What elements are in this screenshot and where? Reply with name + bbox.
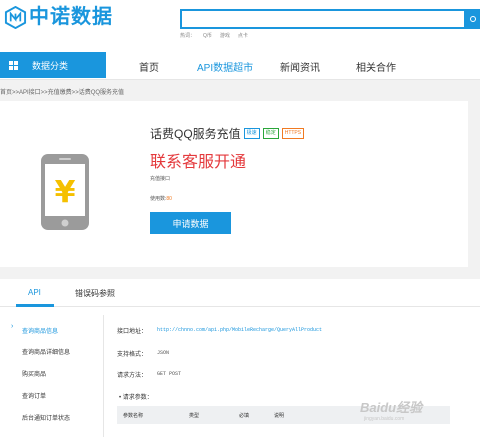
sidebar-item-order-notify[interactable]: 后台通知订单状态 — [22, 413, 70, 422]
tab-active-indicator — [16, 304, 54, 307]
tag-badge: HTTPS — [281, 128, 305, 139]
nav-item-home[interactable]: 首页 — [139, 59, 159, 74]
chevron-right-icon: › — [11, 323, 14, 330]
site-header: 中诺数据 热词： Q币 游戏 点卡 — [0, 0, 480, 49]
column-header: 参数名称 — [123, 413, 144, 419]
sidebar-item-query-order[interactable]: 查询订单 — [22, 391, 46, 400]
format-label: 支持格式： — [117, 352, 148, 358]
tab-bar: API 错误码参照 — [0, 279, 480, 307]
search-icon — [469, 16, 476, 22]
product-title-text: 话费QQ服务充值 — [150, 127, 241, 141]
column-header: 说明 — [274, 413, 285, 419]
sidebar-item-product-detail[interactable]: 查询商品详细信息 — [22, 347, 70, 356]
api-url-label: 接口地址： — [117, 329, 148, 335]
main-nav: 数据分类 首页 API数据超市 新闻资讯 相关合作 — [0, 49, 480, 80]
usage-count: 使用数:80 — [150, 195, 172, 202]
breadcrumb[interactable]: 首页>>API接口>>充值缴费>>话费QQ服务充值 — [0, 87, 124, 96]
search-input[interactable] — [180, 9, 466, 29]
category-menu-label: 数据分类 — [32, 60, 69, 71]
logo-text: 中诺数据 — [29, 6, 113, 28]
hot-word-link[interactable]: Q币 — [203, 32, 212, 39]
svg-text:¥: ¥ — [55, 175, 76, 210]
column-header: 必填 — [239, 413, 250, 419]
column-header: 类型 — [189, 413, 200, 419]
category-menu-button[interactable]: 数据分类 — [0, 52, 106, 78]
method-label: 请求方法： — [117, 373, 148, 379]
usage-value: 80 — [166, 196, 172, 202]
apply-data-button[interactable]: 申请数据 — [150, 212, 231, 234]
hot-words-label: 热词： — [180, 33, 196, 39]
hot-words: 热词： Q币 游戏 点卡 — [180, 32, 248, 39]
grid-icon — [9, 60, 18, 70]
product-subtitle: 充值接口 — [150, 176, 171, 182]
format-value: JSON — [157, 350, 170, 356]
tag-badge: 极速 — [243, 128, 260, 139]
watermark: Baidu经验 — [360, 400, 423, 415]
sidebar-item-buy[interactable]: 购买商品 — [22, 369, 46, 378]
product-card: ¥ 话费QQ服务充值 极速 稳定 HTTPS 联系客服开通 充值接口 使用数:8… — [0, 101, 468, 267]
logo-icon — [4, 6, 27, 29]
hot-word-link[interactable]: 游戏 — [220, 32, 230, 39]
request-params-title: • 请求参数： — [119, 395, 153, 401]
method-value: GET POST — [157, 371, 182, 377]
divider — [103, 315, 104, 437]
search-button[interactable] — [465, 9, 480, 29]
tag-badge: 稳定 — [262, 128, 279, 139]
api-url-link[interactable]: http://chnno.com/api.php/MobileRecharge/… — [157, 327, 322, 333]
nav-item-cooperation[interactable]: 相关合作 — [356, 59, 396, 74]
usage-label: 使用数: — [150, 196, 167, 202]
watermark-url: jingyan.baidu.com — [364, 416, 405, 422]
tab-api[interactable]: API — [28, 288, 41, 297]
phone-coin-icon: ¥ — [41, 154, 89, 230]
hot-word-link[interactable]: 点卡 — [238, 32, 248, 39]
product-title: 话费QQ服务充值 极速 稳定 HTTPS — [150, 125, 305, 142]
nav-item-api-market[interactable]: API数据超市 — [197, 59, 253, 74]
sidebar-item-query-products[interactable]: 查询商品信息 — [22, 326, 58, 335]
tab-error-codes[interactable]: 错误码参照 — [75, 288, 115, 299]
nav-item-news[interactable]: 新闻资讯 — [280, 59, 320, 74]
price-text: 联系客服开通 — [150, 154, 247, 171]
site-logo[interactable]: 中诺数据 — [4, 6, 113, 29]
